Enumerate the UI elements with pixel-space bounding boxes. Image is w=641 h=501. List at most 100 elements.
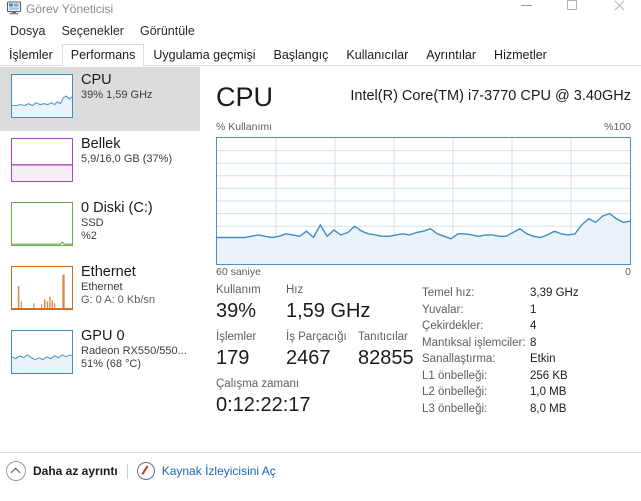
sidebar-item-memory[interactable]: Bellek 5,9/16,0 GB (37%) bbox=[0, 131, 200, 195]
detail-header: CPU Intel(R) Core(TM) i7-3770 CPU @ 3.40… bbox=[216, 81, 641, 117]
sidebar-item-disk-title: 0 Diski (C:) bbox=[81, 200, 153, 216]
chevron-up-icon[interactable] bbox=[6, 461, 26, 481]
sidebar-item-ethernet-sub1: Ethernet bbox=[81, 281, 123, 293]
window-title: Görev Yöneticisi bbox=[26, 2, 114, 16]
sidebar-item-cpu-title: CPU bbox=[81, 72, 112, 88]
maximize-button[interactable] bbox=[549, 0, 595, 20]
status-bar: Daha az ayrıntı Kaynak İzleyicisini Aç bbox=[0, 452, 641, 501]
graph-top-axis: % Kullanımı %100 bbox=[216, 121, 631, 135]
info-row-virtualization: Sanallaştırma: Etkin bbox=[422, 351, 632, 368]
minimize-icon bbox=[520, 4, 532, 6]
stat-label-hiz: Hız bbox=[286, 284, 304, 296]
cpu-graph-svg bbox=[217, 138, 630, 264]
info-value-l1-onbellegi: 256 KB bbox=[530, 369, 568, 382]
page-title: CPU bbox=[216, 82, 274, 112]
sidebar-item-ethernet-title: Ethernet bbox=[81, 264, 136, 280]
stat-group-uptime: Çalışma zamanı 0:12:22:17 bbox=[216, 377, 416, 418]
sidebar-item-memory-sub: 5,9/16,0 GB (37%) bbox=[81, 153, 173, 165]
sidebar-item-cpu[interactable]: CPU 39% 1,59 GHz bbox=[0, 67, 200, 131]
menu-item-goruntule[interactable]: Görüntüle bbox=[133, 22, 202, 40]
tab-baslangic[interactable]: Başlangıç bbox=[265, 44, 338, 66]
sidebar-item-cpu-sub: 39% 1,59 GHz bbox=[81, 89, 153, 101]
sidebar-item-gpu[interactable]: GPU 0 Radeon RX550/550... 51% (68 °C) bbox=[0, 323, 200, 387]
tab-kullanicilar[interactable]: Kullanıcılar bbox=[337, 44, 417, 66]
performance-sidebar[interactable]: CPU 39% 1,59 GHz Bellek 5,9/16,0 GB (37%… bbox=[0, 67, 200, 451]
info-key-yuvalar: Yuvalar: bbox=[422, 303, 464, 316]
fewer-details-button[interactable]: Daha az ayrıntı bbox=[33, 464, 118, 478]
stat-group-usage: Kullanım Hız 39% 1,59 GHz bbox=[216, 283, 416, 324]
info-row-l3-cache: L3 önbelleği: 8,0 MB bbox=[422, 401, 632, 418]
minimize-button[interactable] bbox=[503, 0, 549, 20]
graph-xmin-label: 0 bbox=[625, 266, 631, 278]
tab-strip: İşlemler Performans Uygulama geçmişi Baş… bbox=[0, 44, 641, 67]
stat-value-taniticilar: 82855 bbox=[358, 347, 414, 369]
resource-monitor-icon[interactable] bbox=[136, 462, 155, 480]
tab-ayrintilar[interactable]: Ayrıntılar bbox=[417, 44, 485, 66]
info-key-mantiksal-islemciler: Mantıksal işlemciler: bbox=[422, 336, 526, 349]
maximize-icon bbox=[567, 0, 577, 10]
info-value-cekirdekler: 4 bbox=[530, 320, 537, 332]
cpu-detail-pane: CPU Intel(R) Core(TM) i7-3770 CPU @ 3.40… bbox=[200, 67, 641, 451]
info-value-yuvalar: 1 bbox=[530, 303, 537, 316]
stat-label-calisma-zamani: Çalışma zamanı bbox=[216, 378, 300, 390]
sidebar-item-gpu-sub1: Radeon RX550/550... bbox=[81, 345, 187, 357]
close-icon bbox=[613, 0, 624, 11]
stat-label-taniticilar: Tanıtıcılar bbox=[358, 331, 408, 343]
info-key-l1-onbellegi: L1 önbelleği: bbox=[422, 369, 488, 382]
tab-hizmetler[interactable]: Hizmetler bbox=[485, 44, 556, 66]
stat-label-kullanim: Kullanım bbox=[216, 284, 261, 296]
info-value-l2-onbellegi: 1,0 MB bbox=[530, 386, 567, 398]
task-manager-window: Görev Yöneticisi Dosya Seçenekler Görünt… bbox=[0, 0, 641, 501]
stat-value-is-parcacigi: 2467 bbox=[286, 347, 331, 369]
stat-value-hiz: 1,59 GHz bbox=[286, 300, 371, 322]
sidebar-item-disk-sub2: %2 bbox=[81, 230, 97, 242]
stat-label-islemler: İşlemler bbox=[216, 331, 257, 343]
menu-item-secenekler[interactable]: Seçenekler bbox=[54, 22, 131, 40]
sidebar-item-ethernet[interactable]: Ethernet Ethernet G: 0 A: 0 Kb/sn bbox=[0, 259, 200, 323]
stat-value-islemler: 179 bbox=[216, 347, 250, 369]
info-row-logical-processors: Mantıksal işlemciler: 8 bbox=[422, 335, 632, 352]
sidebar-item-gpu-title: GPU 0 bbox=[81, 328, 125, 344]
info-value-sanallastirma: Etkin bbox=[530, 353, 556, 365]
cpu-model-label: Intel(R) Core(TM) i7-3770 CPU @ 3.40GHz bbox=[350, 88, 631, 104]
memory-mini-graph-icon bbox=[11, 138, 73, 182]
info-row-base-speed: Temel hız: 3,39 GHz bbox=[422, 285, 632, 302]
graph-ymax-label: %100 bbox=[604, 121, 631, 133]
menu-item-dosya[interactable]: Dosya bbox=[3, 22, 52, 40]
ethernet-mini-graph-icon bbox=[11, 266, 73, 310]
info-key-l2-onbellegi: L2 önbelleği: bbox=[422, 386, 488, 398]
tab-performans[interactable]: Performans bbox=[61, 44, 145, 67]
info-value-l3-onbellegi: 8,0 MB bbox=[530, 402, 567, 415]
graph-xlabel: 60 saniye bbox=[216, 266, 261, 278]
info-value-mantiksal-islemciler: 8 bbox=[530, 336, 537, 349]
info-row-l1-cache: L1 önbelleği: 256 KB bbox=[422, 368, 632, 385]
tab-uygulama-gecmisi[interactable]: Uygulama geçmişi bbox=[144, 44, 264, 66]
sidebar-item-memory-title: Bellek bbox=[81, 136, 121, 152]
tab-islemler[interactable]: İşlemler bbox=[0, 44, 62, 66]
close-button[interactable] bbox=[595, 0, 641, 20]
cpu-mini-graph-icon bbox=[11, 74, 73, 118]
sidebar-item-ethernet-sub2: G: 0 A: 0 Kb/sn bbox=[81, 294, 155, 306]
title-bar: Görev Yöneticisi bbox=[0, 0, 641, 20]
sidebar-item-disk[interactable]: 0 Diski (C:) SSD %2 bbox=[0, 195, 200, 259]
menu-bar: Dosya Seçenekler Görüntüle bbox=[0, 21, 641, 41]
info-key-sanallastirma: Sanallaştırma: bbox=[422, 353, 496, 365]
window-controls bbox=[503, 0, 641, 20]
disk-mini-graph-icon bbox=[11, 202, 73, 246]
stat-label-is-parcacigi: İş Parçacığı bbox=[286, 331, 347, 343]
sidebar-item-disk-sub1: SSD bbox=[81, 217, 104, 229]
graph-ylabel: % Kullanımı bbox=[216, 121, 273, 133]
info-key-cekirdekler: Çekirdekler: bbox=[422, 320, 484, 332]
footer-divider bbox=[126, 463, 128, 479]
cpu-info-table: Temel hız: 3,39 GHz Yuvalar: 1 Çekirdekl… bbox=[422, 285, 632, 417]
open-resource-monitor-link[interactable]: Kaynak İzleyicisini Aç bbox=[162, 464, 276, 478]
info-key-l3-onbellegi: L3 önbelleği: bbox=[422, 402, 488, 415]
stat-value-kullanim: 39% bbox=[216, 300, 257, 322]
info-row-sockets: Yuvalar: 1 bbox=[422, 302, 632, 319]
stat-value-calisma-zamani: 0:12:22:17 bbox=[216, 394, 311, 416]
graph-bottom-axis: 60 saniye 0 bbox=[216, 266, 631, 280]
info-value-temel-hiz: 3,39 GHz bbox=[530, 287, 579, 299]
cpu-stats: Kullanım Hız 39% 1,59 GHz İşlemler İş Pa… bbox=[216, 283, 416, 424]
info-row-l2-cache: L2 önbelleği: 1,0 MB bbox=[422, 384, 632, 401]
cpu-utilization-graph[interactable] bbox=[216, 137, 631, 265]
